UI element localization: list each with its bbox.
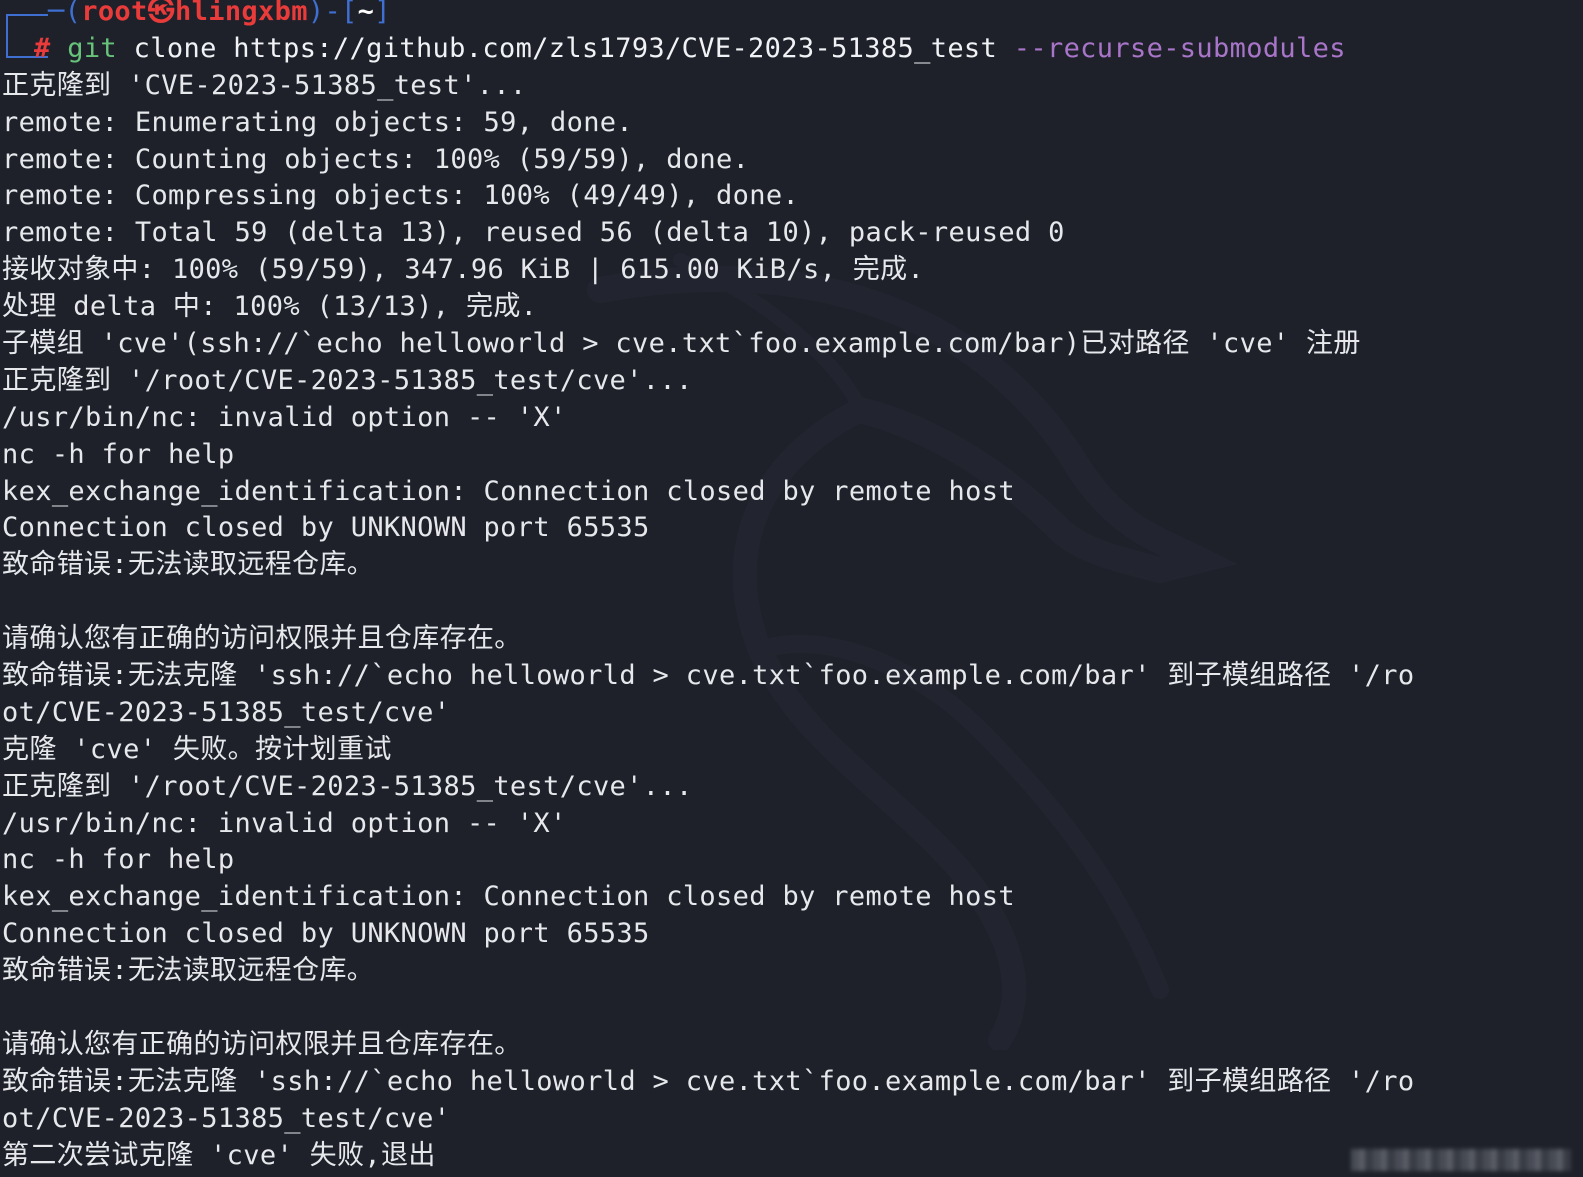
output-line: 接收对象中: 100% (59/59), 347.96 KiB | 615.00…: [2, 254, 925, 286]
prompt-user: root: [81, 0, 148, 27]
output-line: 请确认您有正确的访问权限并且仓库存在。: [2, 623, 522, 655]
prompt-host: hlingxbm: [175, 0, 308, 27]
prompt-header-line: ─(root㉿hlingxbm)-[~]: [0, 0, 1583, 31]
output-line: remote: Enumerating objects: 59, done.: [2, 106, 634, 138]
output-line: 克隆 'cve' 失败。按计划重试: [2, 733, 392, 765]
output-line: kex_exchange_identification: Connection …: [2, 881, 1015, 913]
output-line: /usr/bin/nc: invalid option -- 'X': [2, 807, 567, 839]
output-line: 子模组 'cve'(ssh://`echo helloworld > cve.t…: [2, 328, 1361, 360]
output-line: nc -h for help: [2, 438, 235, 470]
output-line: /usr/bin/nc: invalid option -- 'X': [2, 401, 567, 433]
prompt-dir: ~: [357, 0, 375, 27]
output-line: 第二次尝试克隆 'cve' 失败,退出: [2, 1139, 436, 1171]
output-line: remote: Compressing objects: 100% (49/49…: [2, 180, 800, 212]
terminal-window[interactable]: ─(root㉿hlingxbm)-[~] # git clone https:/…: [0, 0, 1583, 1177]
output-line: remote: Total 59 (delta 13), reused 56 (…: [2, 217, 1065, 249]
prompt-end: ]: [374, 0, 391, 27]
terminal-output: ─(root㉿hlingxbm)-[~] # git clone https:/…: [0, 0, 1583, 1175]
output-line: 请确认您有正确的访问权限并且仓库存在。: [2, 1028, 522, 1060]
output-line: ot/CVE-2023-51385_test/cve': [2, 696, 451, 728]
prompt-separator: ㉿: [147, 0, 175, 27]
prompt-open: ─(: [48, 0, 82, 27]
command-args: clone https://github.com/zls1793/CVE-202…: [117, 32, 1014, 64]
output-line: kex_exchange_identification: Connection …: [2, 475, 1015, 507]
prompt-close: )-[: [307, 0, 358, 27]
output-line: Connection closed by UNKNOWN port 65535: [2, 512, 650, 544]
output-line: Connection closed by UNKNOWN port 65535: [2, 918, 650, 950]
output-line: remote: Counting objects: 100% (59/59), …: [2, 143, 750, 175]
command-flag: --recurse-submodules: [1013, 32, 1346, 64]
output-line: ot/CVE-2023-51385_test/cve': [2, 1102, 451, 1134]
output-line: 正克隆到 'CVE-2023-51385_test'...: [2, 69, 527, 101]
output-line: 致命错误:无法读取远程仓库。: [2, 955, 375, 987]
output-line: 致命错误:无法克隆 'ssh://`echo helloworld > cve.…: [2, 1065, 1415, 1097]
command-line[interactable]: # git clone https://github.com/zls1793/C…: [0, 31, 1583, 68]
output-line: 处理 delta 中: 100% (13/13), 完成.: [2, 291, 538, 323]
output-line: nc -h for help: [2, 844, 235, 876]
output-line: 正克隆到 '/root/CVE-2023-51385_test/cve'...: [2, 364, 693, 396]
output-line: 致命错误:无法读取远程仓库。: [2, 549, 375, 581]
output-line: 致命错误:无法克隆 'ssh://`echo helloworld > cve.…: [2, 660, 1415, 692]
output-line: 正克隆到 '/root/CVE-2023-51385_test/cve'...: [2, 770, 693, 802]
prompt-hash: #: [34, 32, 51, 64]
blurred-watermark-text: [1351, 1149, 1571, 1171]
command-name: git: [67, 32, 118, 64]
